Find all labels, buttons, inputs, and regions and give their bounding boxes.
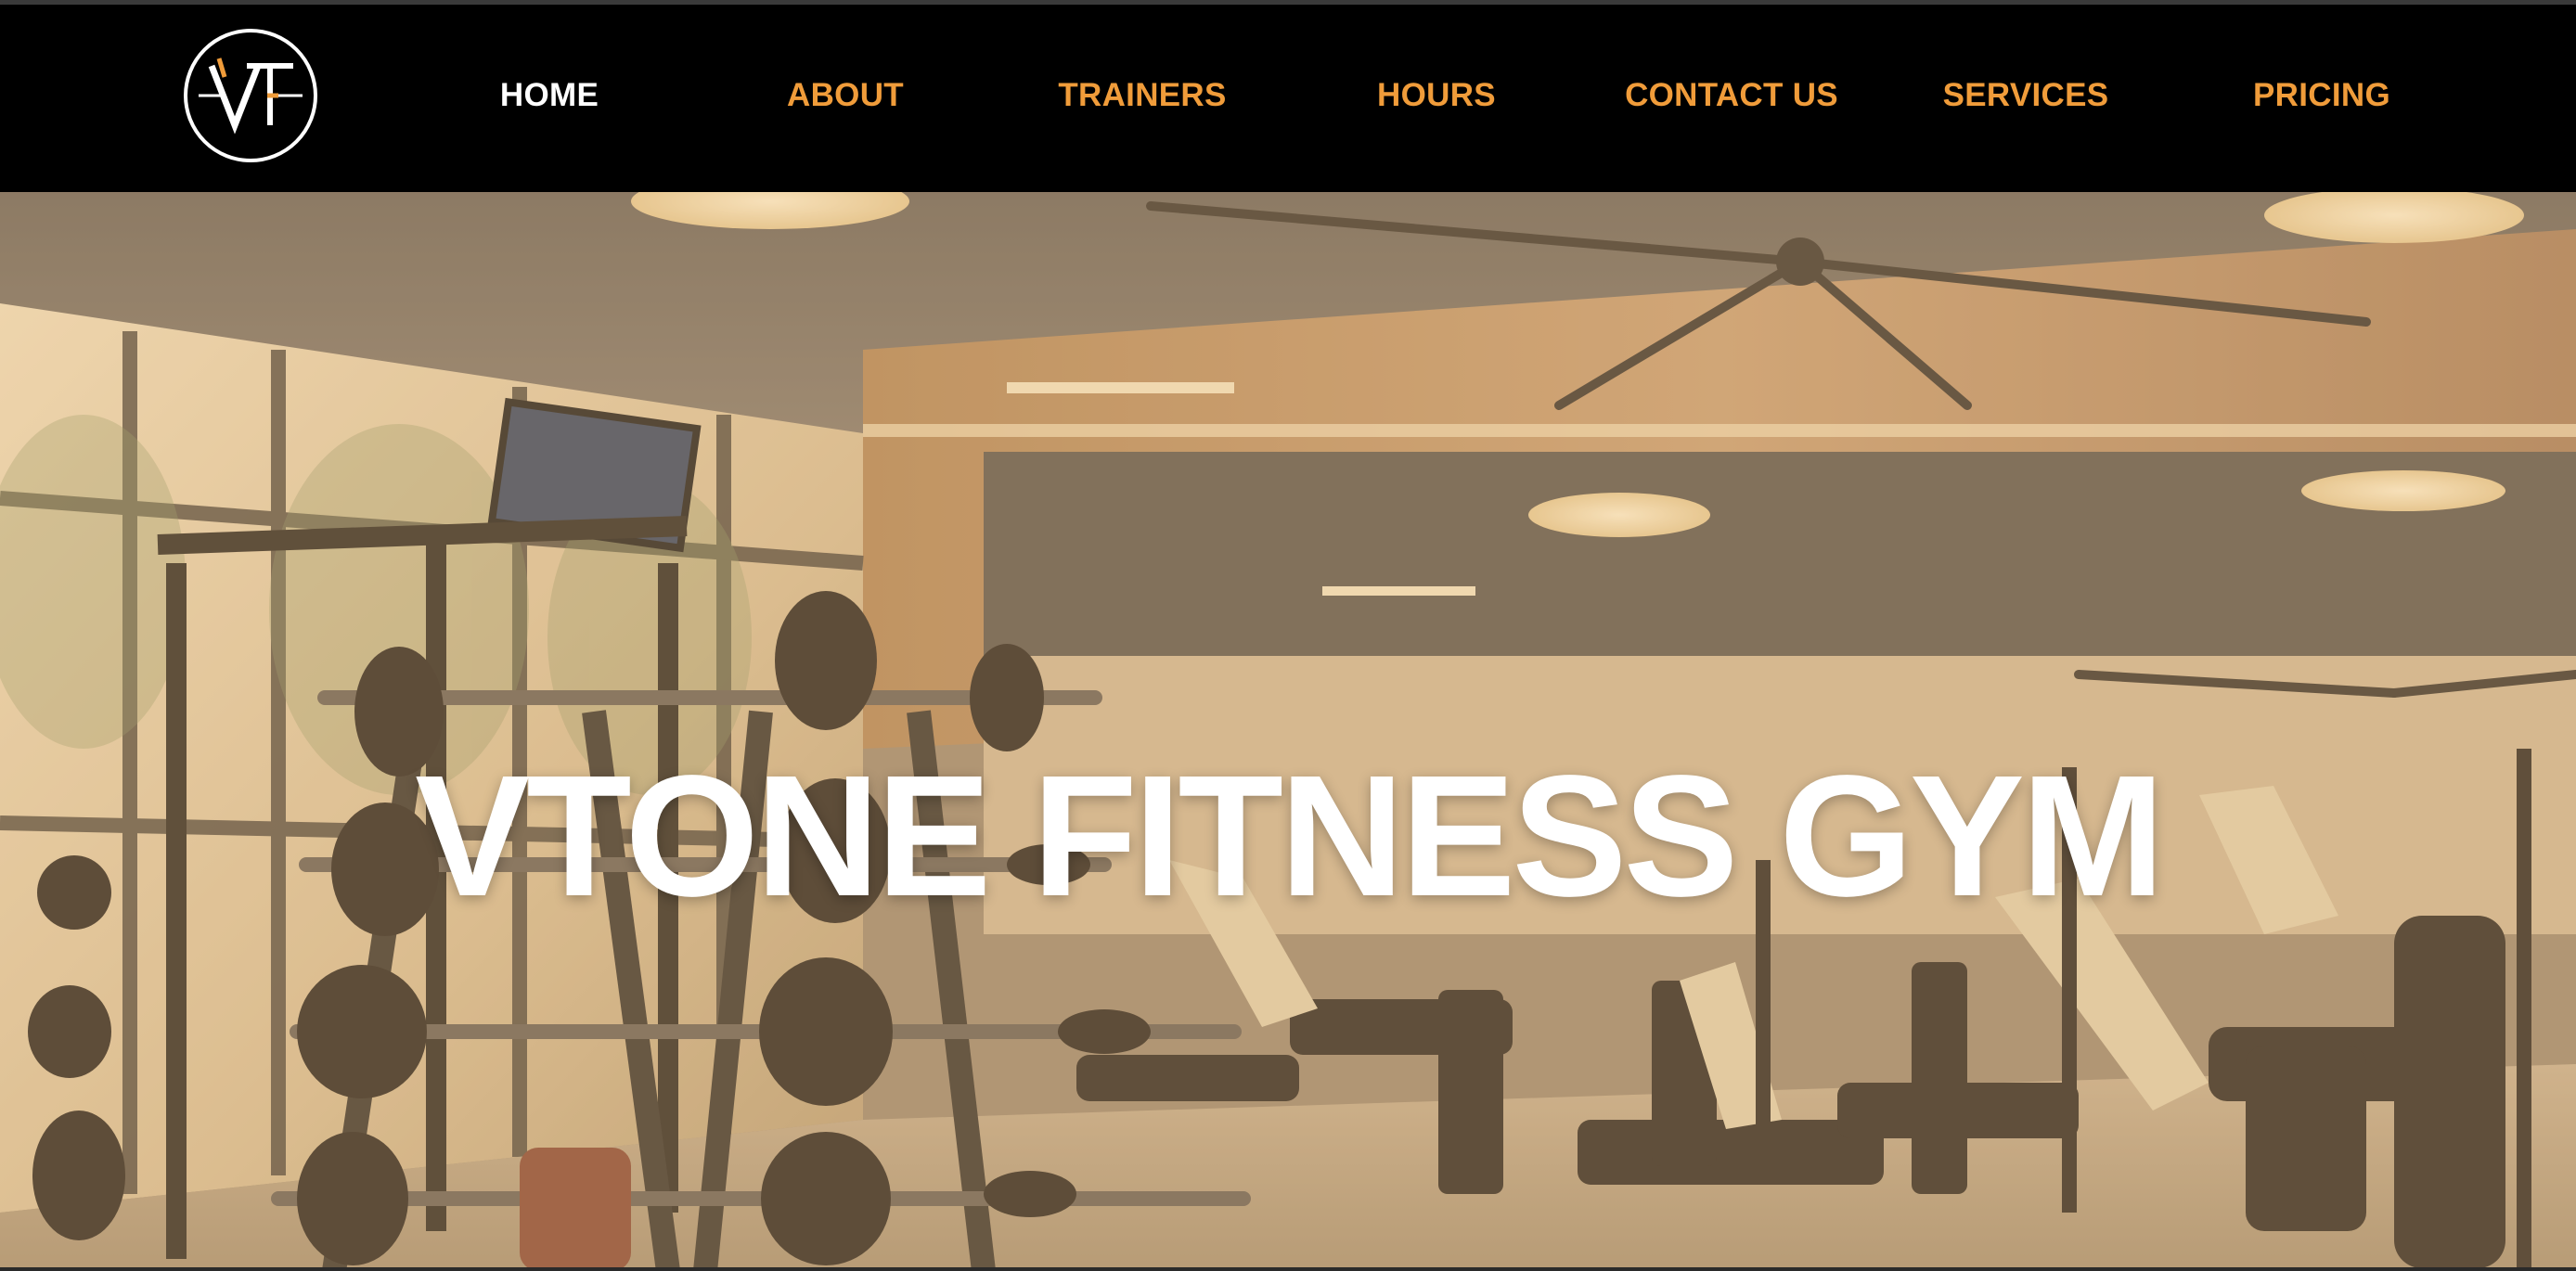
nav-item-home[interactable]: HOME bbox=[500, 70, 599, 122]
vt-monogram-logo-icon[interactable] bbox=[182, 27, 319, 164]
nav-item-contact-us[interactable]: CONTACT US bbox=[1625, 70, 1838, 122]
hero-title: VTONE FITNESS GYM bbox=[415, 739, 2165, 932]
bottom-divider bbox=[0, 1267, 2576, 1271]
nav-item-trainers[interactable]: TRAINERS bbox=[1058, 70, 1226, 122]
page: HOME ABOUT TRAINERS HOURS CONTACT US SER… bbox=[0, 0, 2576, 1271]
hero-section: VTONE FITNESS GYM bbox=[0, 192, 2576, 1271]
top-navigation-bar: HOME ABOUT TRAINERS HOURS CONTACT US SER… bbox=[0, 0, 2576, 192]
nav-item-about[interactable]: ABOUT bbox=[787, 70, 904, 122]
gym-interior-photo bbox=[0, 192, 2576, 1271]
nav-item-services[interactable]: SERVICES bbox=[1943, 70, 2109, 122]
nav-item-pricing[interactable]: PRICING bbox=[2253, 70, 2390, 122]
nav-item-hours[interactable]: HOURS bbox=[1377, 70, 1496, 122]
